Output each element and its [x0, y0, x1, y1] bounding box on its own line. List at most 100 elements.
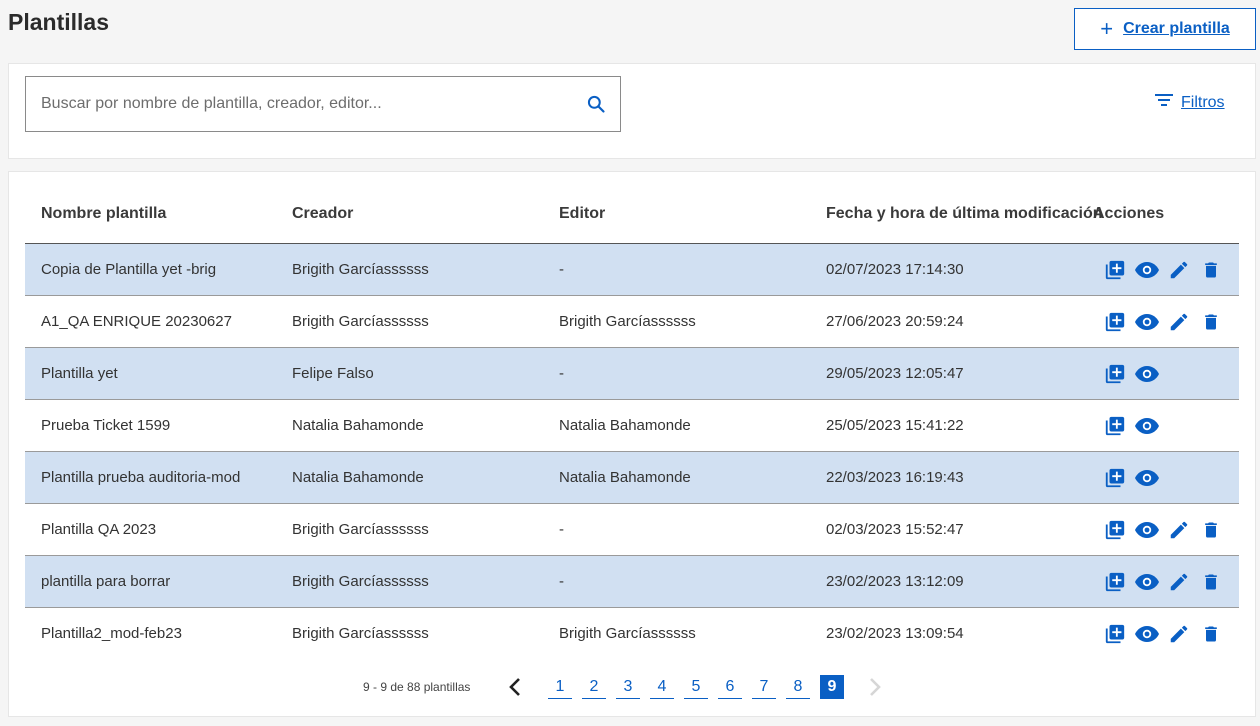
cell-template-name: A1_QA ENRIQUE 20230627: [41, 313, 232, 330]
filters-button[interactable]: Filtros: [1155, 93, 1225, 112]
view-button[interactable]: [1131, 466, 1163, 490]
duplicate-button[interactable]: [1099, 570, 1131, 594]
delete-icon: [1201, 259, 1221, 281]
delete-button[interactable]: [1195, 258, 1227, 282]
edit-icon: [1168, 623, 1190, 645]
cell-template-name: Prueba Ticket 1599: [41, 417, 171, 434]
search-input[interactable]: [26, 77, 566, 131]
delete-button[interactable]: [1195, 622, 1227, 646]
page-3-button[interactable]: 3: [616, 675, 640, 699]
duplicate-button[interactable]: [1099, 518, 1131, 542]
view-button[interactable]: [1131, 622, 1163, 646]
table-row: A1_QA ENRIQUE 20230627 Brigith Garcíassss…: [25, 296, 1239, 348]
delete-button[interactable]: [1195, 570, 1227, 594]
duplicate-button[interactable]: [1099, 622, 1131, 646]
row-actions: [1099, 466, 1163, 490]
row-actions: [1099, 414, 1163, 438]
table-row: Plantilla QA 2023 Brigith Garcíassssss - 02…: [25, 504, 1239, 556]
cell-creator: Brigith Garcíassssss: [292, 521, 429, 538]
cell-editor: Brigith Garcíassssss: [559, 625, 696, 642]
table-row: plantilla para borrar Brigith Garcíasssss…: [25, 556, 1239, 608]
cell-modified: 23/02/2023 13:12:09: [826, 573, 964, 590]
create-template-button[interactable]: + Crear plantilla: [1074, 8, 1256, 50]
cell-template-name: Plantilla yet: [41, 365, 118, 382]
view-icon: [1135, 573, 1159, 591]
page-8-button[interactable]: 8: [786, 675, 810, 699]
duplicate-button[interactable]: [1099, 414, 1131, 438]
page-1-button[interactable]: 1: [548, 675, 572, 699]
filter-list-icon: [1155, 93, 1173, 112]
create-template-label: Crear plantilla: [1123, 20, 1230, 37]
view-button[interactable]: [1131, 362, 1163, 386]
view-icon: [1135, 313, 1159, 331]
duplicate-button[interactable]: [1099, 466, 1131, 490]
duplicate-icon: [1104, 571, 1126, 593]
page-2-button[interactable]: 2: [582, 675, 606, 699]
edit-button[interactable]: [1163, 310, 1195, 334]
cell-creator: Brigith Garcíassssss: [292, 625, 429, 642]
view-button[interactable]: [1131, 414, 1163, 438]
cell-modified: 23/02/2023 13:09:54: [826, 625, 964, 642]
edit-button[interactable]: [1163, 570, 1195, 594]
cell-modified: 25/05/2023 15:41:22: [826, 417, 964, 434]
search-icon[interactable]: [586, 94, 606, 119]
cell-modified: 02/03/2023 15:52:47: [826, 521, 964, 538]
search-panel: Filtros: [8, 63, 1256, 159]
edit-button[interactable]: [1163, 622, 1195, 646]
edit-icon: [1168, 571, 1190, 593]
duplicate-button[interactable]: [1099, 258, 1131, 282]
header-actions: Acciones: [1093, 205, 1165, 222]
duplicate-button[interactable]: [1099, 310, 1131, 334]
view-button[interactable]: [1131, 258, 1163, 282]
cell-editor: -: [559, 521, 564, 538]
page-title: Plantillas: [8, 9, 109, 35]
cell-template-name: Copia de Plantilla yet -brig: [41, 261, 217, 278]
cell-editor: Natalia Bahamonde: [559, 417, 691, 434]
edit-icon: [1168, 311, 1190, 333]
table-row: Copia de Plantilla yet -brig Brigith Garc…: [25, 244, 1239, 296]
cell-editor: -: [559, 365, 564, 382]
cell-template-name: Plantilla prueba auditoria-mod: [41, 469, 241, 486]
cell-template-name: Plantilla2_mod-feb23: [41, 625, 182, 642]
cell-creator: Natalia Bahamonde: [292, 469, 424, 486]
cell-editor: -: [559, 261, 564, 278]
chevron-right-icon: [866, 676, 884, 703]
view-button[interactable]: [1131, 570, 1163, 594]
cell-creator: Brigith Garcíassssss: [292, 313, 429, 330]
page-4-button[interactable]: 4: [650, 675, 674, 699]
table-row: Prueba Ticket 1599 Natalia Bahamonde Natal…: [25, 400, 1239, 452]
table-row: Plantilla2_mod-feb23 Brigith Garcíassssss…: [25, 608, 1239, 660]
view-icon: [1135, 417, 1159, 435]
delete-icon: [1201, 571, 1221, 593]
cell-creator: Natalia Bahamonde: [292, 417, 424, 434]
duplicate-button[interactable]: [1099, 362, 1131, 386]
page-9-button[interactable]: 9: [820, 675, 844, 699]
chevron-left-icon[interactable]: [506, 676, 524, 703]
row-actions: [1099, 362, 1163, 386]
page-6-button[interactable]: 6: [718, 675, 742, 699]
cell-creator: Felipe Falso: [292, 365, 374, 382]
delete-icon: [1201, 519, 1221, 541]
pagination: 9 - 9 de 88 plantillas 123456789: [9, 672, 1257, 702]
page-numbers: 123456789: [548, 675, 854, 699]
view-button[interactable]: [1131, 518, 1163, 542]
page-5-button[interactable]: 5: [684, 675, 708, 699]
cell-modified: 29/05/2023 12:05:47: [826, 365, 964, 382]
duplicate-icon: [1104, 623, 1126, 645]
view-icon: [1135, 625, 1159, 643]
duplicate-icon: [1104, 519, 1126, 541]
view-button[interactable]: [1131, 310, 1163, 334]
row-actions: [1099, 518, 1227, 542]
cell-editor: Natalia Bahamonde: [559, 469, 691, 486]
duplicate-icon: [1104, 415, 1126, 437]
edit-button[interactable]: [1163, 258, 1195, 282]
delete-button[interactable]: [1195, 518, 1227, 542]
cell-modified: 22/03/2023 16:19:43: [826, 469, 964, 486]
header-creator: Creador: [292, 205, 354, 222]
row-actions: [1099, 622, 1227, 646]
page-7-button[interactable]: 7: [752, 675, 776, 699]
edit-icon: [1168, 519, 1190, 541]
cell-editor: -: [559, 573, 564, 590]
edit-button[interactable]: [1163, 518, 1195, 542]
delete-button[interactable]: [1195, 310, 1227, 334]
